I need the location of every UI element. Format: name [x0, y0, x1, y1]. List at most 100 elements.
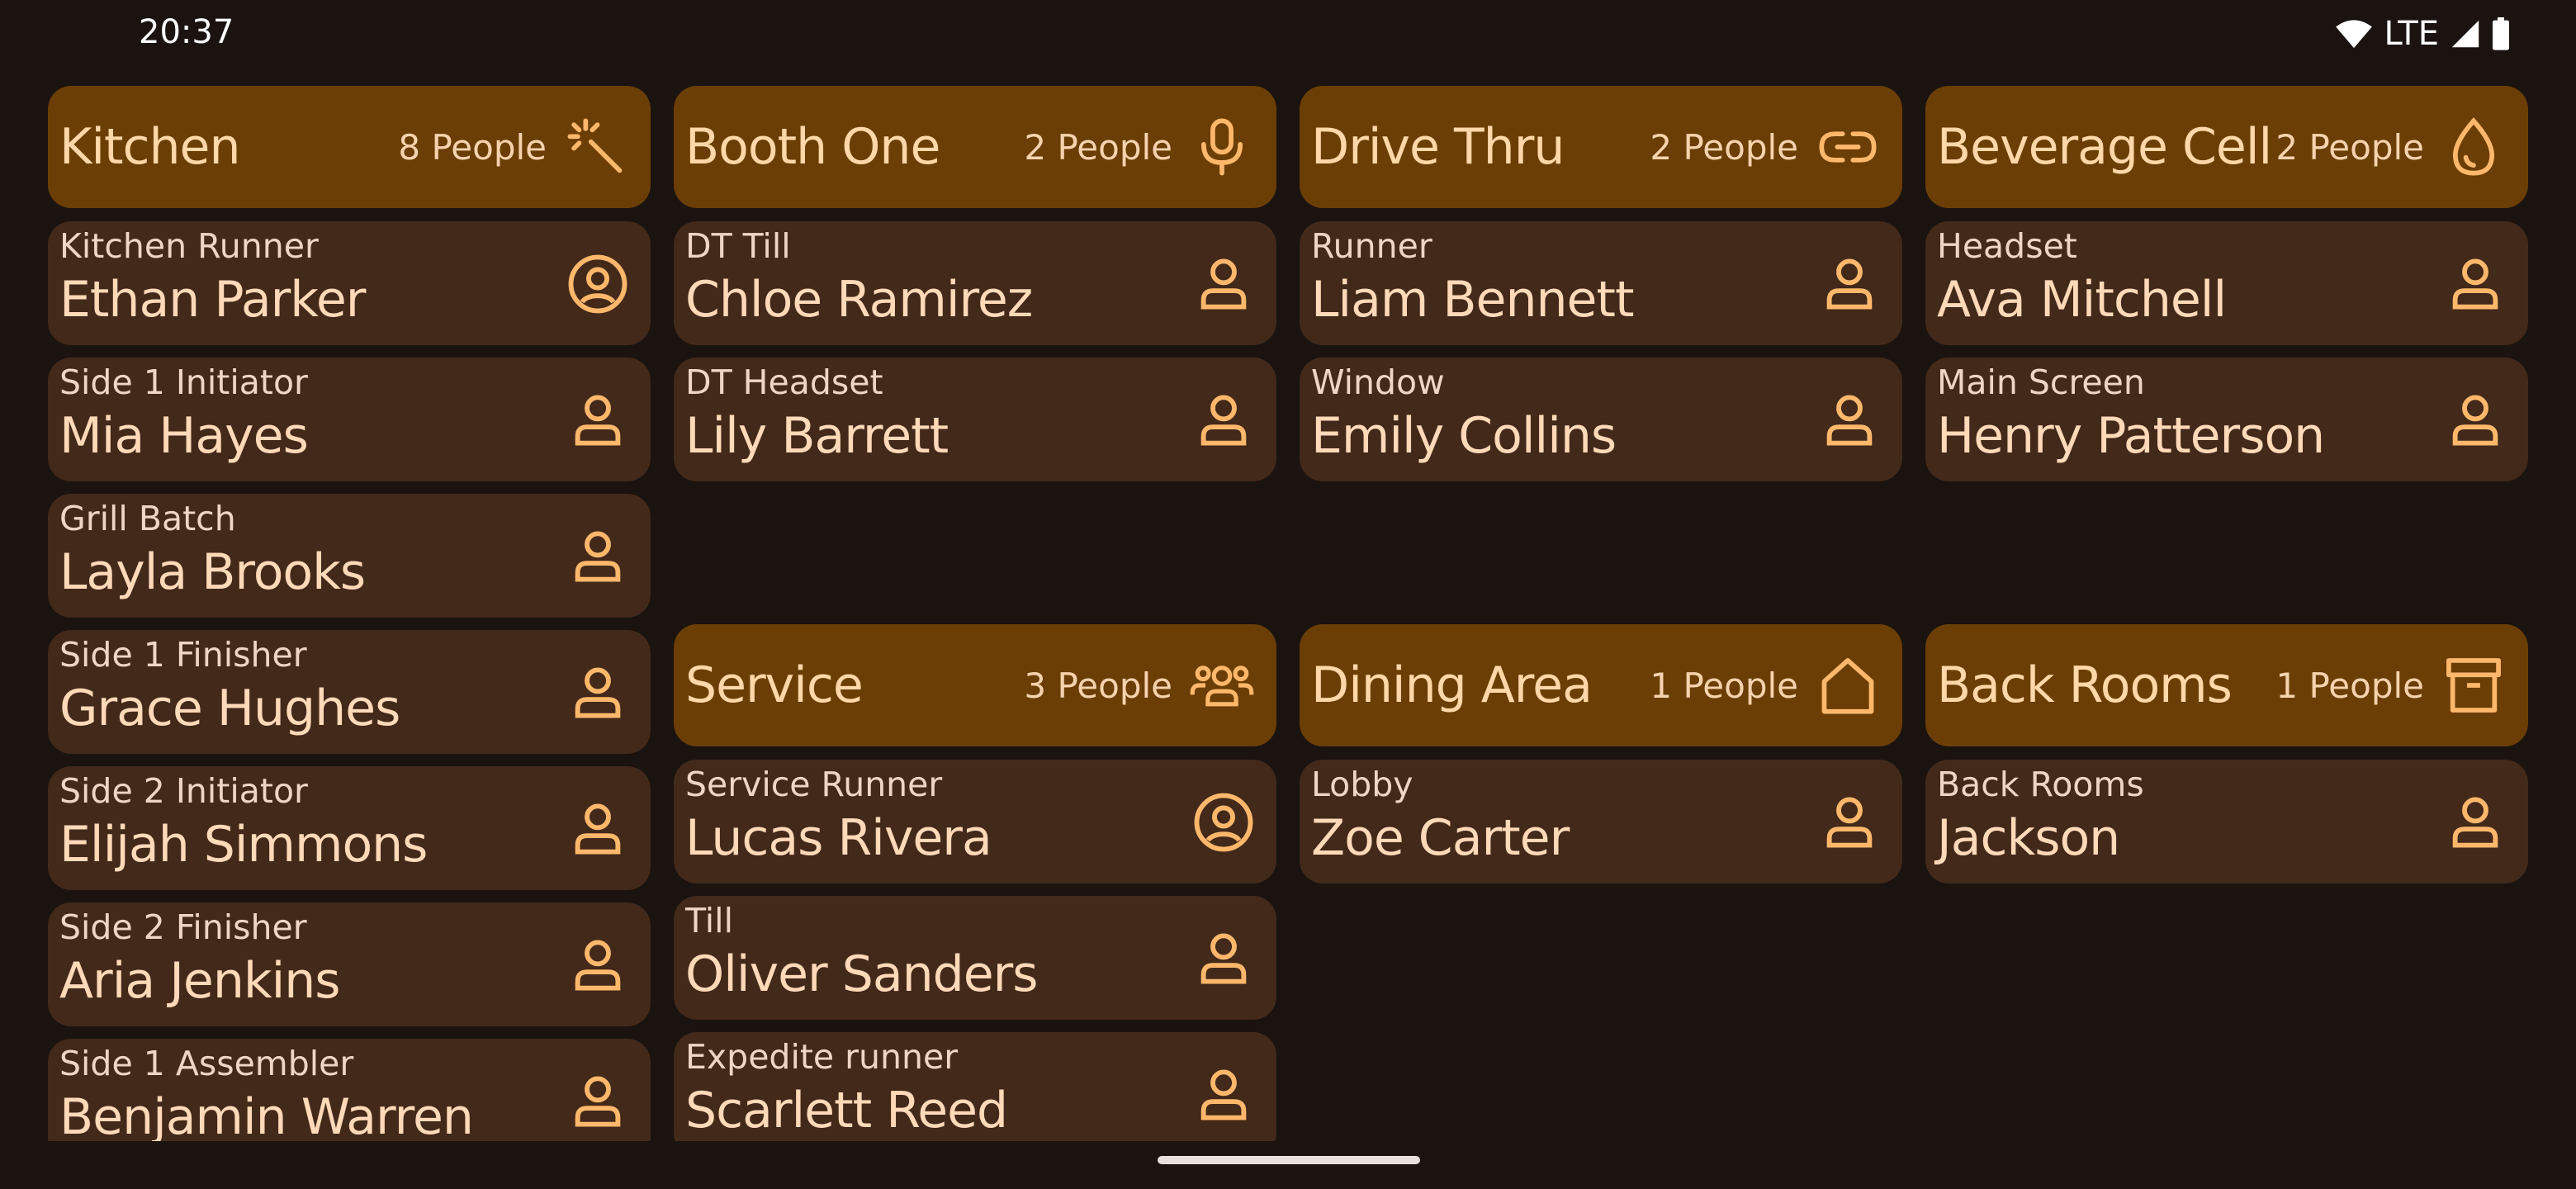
member-name: Scarlett Reed — [685, 1082, 1008, 1139]
group-count: 8 People — [398, 126, 547, 168]
member-card[interactable]: Back Rooms Jackson — [1925, 760, 2528, 883]
group-title: Beverage Cell — [1937, 118, 2272, 176]
member-name: Zoe Carter — [1311, 809, 1570, 867]
member-card[interactable]: Side 2 Initiator Elijah Simmons — [48, 766, 651, 890]
magic-wand-icon — [563, 114, 629, 180]
users-group-icon — [1189, 652, 1255, 718]
member-card[interactable]: Headset Ava Mitchell — [1925, 221, 2528, 345]
member-card[interactable]: Side 1 Assembler Benjamin Warren — [48, 1039, 651, 1141]
user-icon — [2441, 788, 2510, 857]
member-role: Service Runner — [685, 765, 943, 804]
member-card[interactable]: Kitchen Runner Ethan Parker — [48, 221, 651, 345]
member-role: Window — [1311, 362, 1445, 402]
member-role: Side 2 Finisher — [59, 907, 307, 947]
archive-icon — [2441, 652, 2507, 718]
member-card[interactable]: Main Screen Henry Patterson — [1925, 358, 2528, 481]
member-name: Henry Patterson — [1937, 407, 2325, 465]
group-title: Back Rooms — [1937, 656, 2233, 714]
user-icon — [563, 1067, 632, 1136]
member-card[interactable]: DT Till Chloe Ramirez — [674, 221, 1276, 345]
user-icon — [2441, 386, 2510, 455]
group-header[interactable]: Booth One 2 People — [674, 86, 1276, 208]
user-icon — [1815, 249, 1884, 319]
member-role: Side 1 Assembler — [59, 1044, 354, 1083]
user-icon — [1815, 788, 1884, 857]
user-icon — [563, 931, 632, 1000]
member-role: Runner — [1311, 226, 1432, 266]
member-card[interactable]: Service Runner Lucas Rivera — [674, 760, 1276, 883]
user-icon — [563, 794, 632, 864]
member-role: Grill Batch — [59, 499, 236, 538]
group-title: Drive Thru — [1311, 118, 1565, 176]
user-icon — [1189, 924, 1258, 993]
member-role: Lobby — [1311, 765, 1413, 804]
group-title: Booth One — [685, 118, 940, 176]
user-circle-icon — [563, 249, 632, 319]
member-role: Headset — [1937, 226, 2077, 266]
member-name: Oliver Sanders — [685, 945, 1039, 1003]
member-card[interactable]: Till Oliver Sanders — [674, 896, 1276, 1020]
user-icon — [2441, 249, 2510, 319]
group-booth-one: Booth One 2 People DT Till Chloe Ramirez… — [674, 86, 1276, 494]
group-beverage-cell: Beverage Cell 2 People Headset Ava Mitch… — [1925, 86, 2528, 494]
member-card[interactable]: Side 2 Finisher Aria Jenkins — [48, 902, 651, 1026]
member-name: Lily Barrett — [685, 407, 949, 465]
groups-grid: Kitchen 8 People Kitchen Runner Ethan Pa… — [0, 0, 2576, 1141]
member-name: Ethan Parker — [59, 271, 366, 329]
member-name: Benjamin Warren — [59, 1088, 474, 1141]
member-name: Liam Bennett — [1311, 271, 1634, 329]
member-role: Expedite runner — [685, 1037, 959, 1077]
group-header[interactable]: Service 3 People — [674, 624, 1276, 746]
member-card[interactable]: Runner Liam Bennett — [1300, 221, 1902, 345]
member-card[interactable]: Expedite runner Scarlett Reed — [674, 1032, 1276, 1141]
droplet-icon — [2441, 114, 2507, 180]
member-card[interactable]: DT Headset Lily Barrett — [674, 358, 1276, 481]
group-drive-thru: Drive Thru 2 People Runner Liam Bennett … — [1300, 86, 1902, 494]
group-dining-area: Dining Area 1 People Lobby Zoe Carter — [1300, 624, 1902, 896]
member-name: Lucas Rivera — [685, 809, 992, 867]
member-role: DT Till — [685, 226, 791, 266]
group-header[interactable]: Back Rooms 1 People — [1925, 624, 2528, 746]
member-role: Side 1 Initiator — [59, 362, 308, 402]
member-card[interactable]: Side 1 Initiator Mia Hayes — [48, 358, 651, 481]
member-role: Side 2 Initiator — [59, 771, 308, 811]
user-icon — [1189, 249, 1258, 319]
group-title: Dining Area — [1311, 656, 1593, 714]
member-name: Elijah Simmons — [59, 816, 428, 874]
member-card[interactable]: Side 1 Finisher Grace Hughes — [48, 630, 651, 754]
home-indicator[interactable] — [1158, 1156, 1420, 1164]
member-card[interactable]: Grill Batch Layla Brooks — [48, 494, 651, 618]
group-service: Service 3 People Service Runner Lucas Ri… — [674, 624, 1276, 1141]
group-count: 1 People — [2275, 665, 2424, 706]
microphone-icon — [1189, 114, 1255, 180]
home-icon — [1815, 652, 1881, 718]
group-back-rooms: Back Rooms 1 People Back Rooms Jackson — [1925, 624, 2528, 896]
user-icon — [1189, 1060, 1258, 1130]
user-icon — [1189, 386, 1258, 455]
member-name: Grace Hughes — [59, 680, 400, 737]
member-name: Emily Collins — [1311, 407, 1617, 465]
member-card[interactable]: Window Emily Collins — [1300, 358, 1902, 481]
group-header[interactable]: Beverage Cell 2 People — [1925, 86, 2528, 208]
user-icon — [1815, 386, 1884, 455]
group-count: 1 People — [1650, 665, 1798, 706]
member-card[interactable]: Lobby Zoe Carter — [1300, 760, 1902, 883]
group-header[interactable]: Kitchen 8 People — [48, 86, 651, 208]
group-header[interactable]: Drive Thru 2 People — [1300, 86, 1902, 208]
link-icon — [1815, 114, 1881, 180]
user-icon — [563, 658, 632, 727]
member-role: Side 1 Finisher — [59, 635, 307, 675]
user-icon — [563, 522, 632, 591]
member-name: Ava Mitchell — [1937, 271, 2227, 329]
member-role: Till — [685, 901, 733, 940]
group-kitchen: Kitchen 8 People Kitchen Runner Ethan Pa… — [48, 86, 651, 1141]
user-icon — [563, 386, 632, 455]
group-count: 3 People — [1024, 665, 1172, 706]
group-header[interactable]: Dining Area 1 People — [1300, 624, 1902, 746]
member-role: DT Headset — [685, 362, 883, 402]
group-title: Kitchen — [59, 118, 240, 176]
member-role: Back Rooms — [1937, 765, 2144, 804]
member-role: Kitchen Runner — [59, 226, 319, 266]
group-count: 2 People — [2275, 126, 2424, 168]
member-name: Chloe Ramirez — [685, 271, 1033, 329]
